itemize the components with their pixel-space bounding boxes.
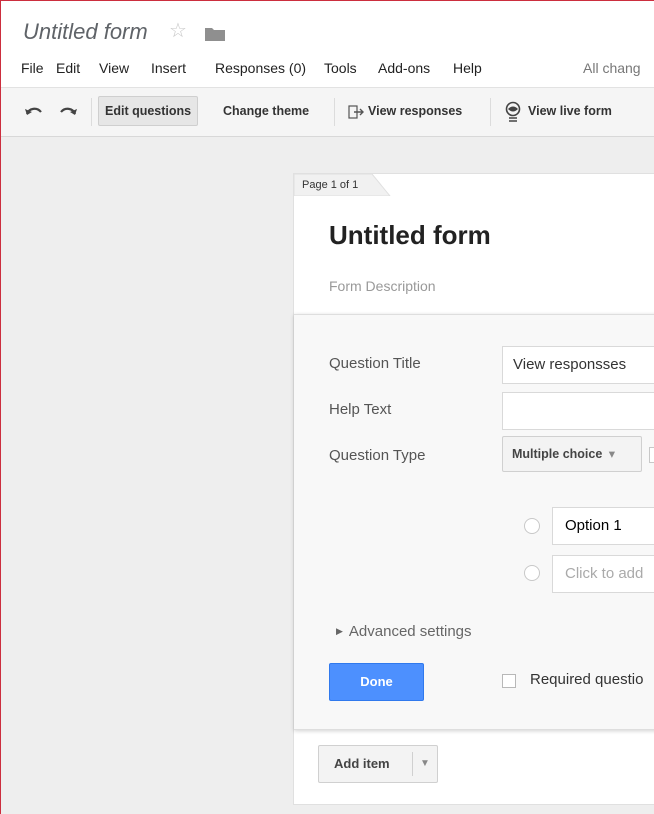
- add-item-button[interactable]: Add item ▼: [318, 745, 438, 783]
- star-icon[interactable]: ☆: [169, 21, 187, 41]
- go-to-page-checkbox[interactable]: [649, 447, 654, 463]
- view-live-form-label: View live form: [528, 104, 612, 118]
- add-option-radio: [524, 565, 540, 581]
- menu-tools[interactable]: Tools: [324, 57, 357, 79]
- edit-questions-button[interactable]: Edit questions: [98, 96, 199, 126]
- done-button[interactable]: Done: [329, 663, 424, 701]
- form-card: Page 1 of 1 Untitled form Form Descripti…: [293, 173, 654, 805]
- question-type-select[interactable]: Multiple choice ▾: [502, 436, 642, 472]
- google-forms-window: Untitled form ☆ File Edit View Insert Re…: [0, 0, 654, 814]
- required-label: Required questio: [530, 671, 644, 688]
- question-type-label: Question Type: [329, 447, 426, 464]
- form-canvas: Page 1 of 1 Untitled form Form Descripti…: [1, 137, 654, 814]
- chevron-down-icon[interactable]: ▼: [420, 746, 430, 782]
- title-bar: Untitled form ☆: [1, 1, 654, 51]
- toolbar-separator: [490, 98, 491, 126]
- advanced-settings-toggle[interactable]: ▶ Advanced settings: [336, 623, 472, 640]
- folder-icon[interactable]: [205, 27, 225, 41]
- triangle-right-icon: ▶: [336, 626, 343, 636]
- document-title[interactable]: Untitled form: [23, 19, 148, 45]
- save-status: All chang: [583, 60, 641, 76]
- view-responses-button[interactable]: View responses: [342, 96, 468, 126]
- external-arrow-icon: [348, 105, 364, 119]
- menu-insert[interactable]: Insert: [151, 57, 186, 79]
- toolbar-separator: [91, 98, 92, 126]
- menu-file[interactable]: File: [21, 57, 44, 79]
- question-title-label: Question Title: [329, 355, 421, 372]
- add-item-label: Add item: [334, 756, 390, 771]
- help-text-label: Help Text: [329, 401, 392, 418]
- form-description[interactable]: Form Description: [329, 278, 436, 294]
- question-type-value: Multiple choice: [512, 447, 603, 461]
- add-option-input[interactable]: Click to add: [552, 555, 654, 593]
- form-title[interactable]: Untitled form: [329, 220, 491, 251]
- add-item-divider: [412, 752, 413, 776]
- undo-icon[interactable]: [23, 102, 45, 120]
- menu-view[interactable]: View: [99, 57, 129, 79]
- redo-icon[interactable]: [57, 102, 79, 120]
- option-input[interactable]: Option 1: [552, 507, 654, 545]
- required-checkbox[interactable]: [502, 674, 516, 688]
- help-text-input[interactable]: [502, 392, 654, 430]
- menu-responses[interactable]: Responses (0): [215, 57, 306, 79]
- view-responses-label: View responses: [368, 104, 463, 118]
- view-live-form-button[interactable]: View live form: [498, 96, 618, 126]
- menu-add-ons[interactable]: Add-ons: [378, 57, 430, 79]
- menu-bar: File Edit View Insert Responses (0) Tool…: [1, 57, 654, 79]
- chevron-down-icon: ▾: [605, 447, 616, 461]
- question-editor: Question Title View responsses Help Text…: [294, 314, 654, 730]
- menu-edit[interactable]: Edit: [56, 57, 80, 79]
- menu-help[interactable]: Help: [453, 57, 482, 79]
- toolbar-separator: [334, 98, 335, 126]
- change-theme-button[interactable]: Change theme: [217, 96, 315, 126]
- page-indicator: Page 1 of 1: [302, 179, 359, 191]
- option-radio: [524, 518, 540, 534]
- live-form-icon: [505, 101, 521, 122]
- toolbar: Edit questions Change theme View respons…: [1, 87, 654, 137]
- question-title-input[interactable]: View responsses: [502, 346, 654, 384]
- advanced-settings-label: Advanced settings: [348, 623, 472, 640]
